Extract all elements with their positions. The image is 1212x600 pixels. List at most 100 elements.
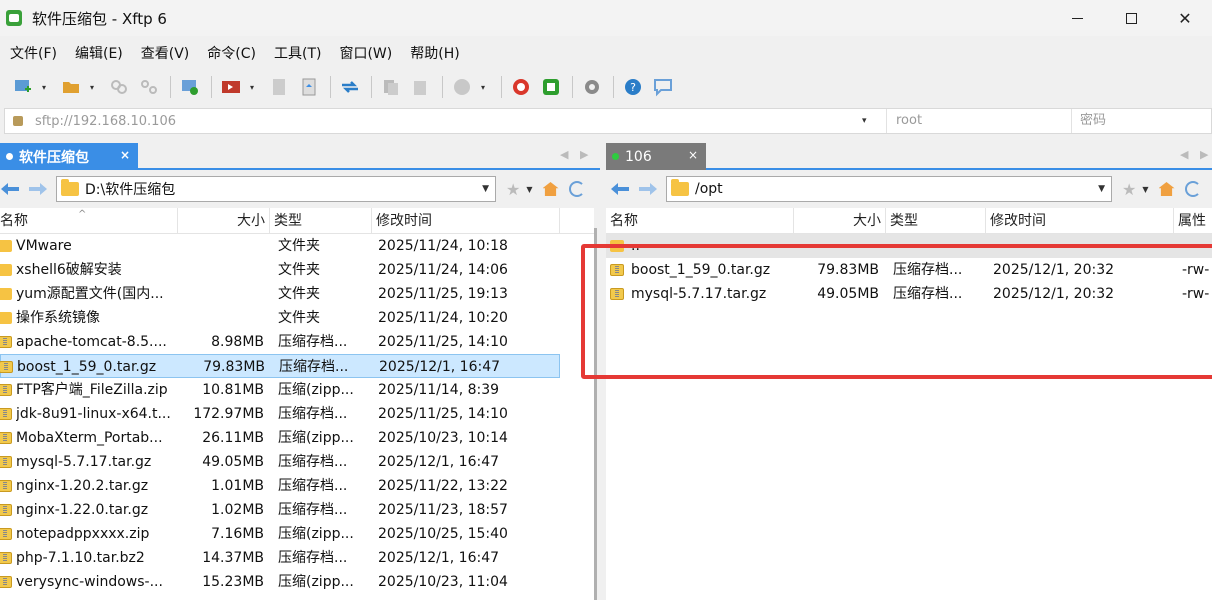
menu-window[interactable]: 窗口(W)	[329, 43, 400, 63]
host-address-input[interactable]: sftp://192.168.10.106	[35, 114, 855, 129]
copy-button[interactable]	[380, 76, 402, 98]
parent-directory-row[interactable]: ..	[606, 234, 1212, 258]
menu-view[interactable]: 查看(V)	[131, 43, 198, 63]
menu-help[interactable]: 帮助(H)	[400, 43, 467, 63]
tab-local[interactable]: 软件压缩包 ×	[0, 143, 138, 170]
tab-scroll-left-icon[interactable]: ◀	[1180, 148, 1188, 161]
tab-scroll-right-icon[interactable]: ▶	[1200, 148, 1208, 161]
menu-file[interactable]: 文件(F)	[0, 43, 65, 63]
local-tab-bar: 软件压缩包 × ◀ ▶	[0, 140, 600, 170]
paste-button[interactable]	[410, 76, 432, 98]
password-input[interactable]: 密码	[1071, 109, 1211, 133]
new-session-button[interactable]	[12, 76, 34, 98]
xftp-button[interactable]	[540, 76, 562, 98]
menu-tools[interactable]: 工具(T)	[264, 43, 329, 63]
title-bar: 软件压缩包 - Xftp 6 ✕	[0, 0, 1212, 36]
favorites-dropdown[interactable]: ▼	[1142, 185, 1148, 194]
column-type[interactable]: 类型	[886, 208, 986, 234]
session-settings-button[interactable]	[179, 76, 201, 98]
username-input[interactable]: root	[886, 109, 1071, 133]
cell-modified: 2025/11/14, 8:39	[378, 382, 500, 398]
refresh-icon[interactable]	[1184, 181, 1201, 197]
forward-arrow-icon[interactable]	[638, 181, 658, 197]
chevron-down-icon[interactable]: ▾	[862, 116, 876, 126]
cell-name: boost_1_59_0.tar.gz	[631, 262, 771, 278]
tab-close-icon[interactable]: ×	[120, 148, 130, 162]
new-file-button[interactable]	[268, 76, 290, 98]
tab-scroll-left-icon[interactable]: ◀	[560, 148, 568, 161]
file-row[interactable]: jdk-8u91-linux-x64.t... 172.97MB 压缩存档... 20…	[0, 402, 600, 426]
open-folder-dropdown[interactable]: ▾	[90, 83, 98, 92]
tab-scroll-right-icon[interactable]: ▶	[580, 148, 588, 161]
home-icon[interactable]	[1158, 182, 1175, 196]
column-name[interactable]: 名称 ^	[0, 208, 178, 234]
tab-close-icon[interactable]: ×	[688, 148, 698, 162]
tab-remote[interactable]: 106 ×	[606, 143, 706, 170]
menu-command[interactable]: 命令(C)	[197, 43, 264, 63]
cell-modified: 2025/12/1, 20:32	[993, 286, 1115, 302]
open-folder-button[interactable]	[60, 76, 82, 98]
column-modified[interactable]: 修改时间	[986, 208, 1174, 234]
file-row[interactable]: boost_1_59_0.tar.gz 79.83MB 压缩存档... 2025/12…	[606, 258, 1212, 282]
cell-type: 压缩(zipp...	[278, 382, 354, 398]
column-type[interactable]: 类型	[270, 208, 372, 234]
remote-file-list: 名称 大小 类型 修改时间 属性 .. boost_1_59_0.tar.gz 79…	[606, 208, 1212, 600]
file-row[interactable]: MobaXterm_Portab... 26.11MB 压缩(zipp... 2025…	[0, 426, 600, 450]
local-path-input[interactable]: D:\软件压缩包 ▼	[56, 176, 496, 202]
file-row[interactable]: nginx-1.20.2.tar.gz 1.01MB 压缩存档... 2025/11/…	[0, 474, 600, 498]
file-row[interactable]: 操作系统镜像 文件夹 2025/11/24, 10:20	[0, 306, 600, 330]
sync-button[interactable]	[339, 76, 361, 98]
chevron-down-icon[interactable]: ▼	[1098, 184, 1105, 194]
minimize-button[interactable]	[1050, 0, 1104, 36]
unlink-button[interactable]	[138, 76, 160, 98]
remote-path-input[interactable]: /opt ▼	[666, 176, 1112, 202]
column-size[interactable]: 大小	[178, 208, 270, 234]
chat-button[interactable]	[652, 76, 674, 98]
terminal-dropdown[interactable]: ▾	[250, 83, 258, 92]
chevron-down-icon[interactable]: ▼	[482, 184, 489, 194]
column-attributes[interactable]: 属性	[1174, 208, 1212, 234]
cell-size	[794, 234, 879, 258]
file-row[interactable]: apache-tomcat-8.5.... 8.98MB 压缩存档... 2025/1…	[0, 330, 600, 354]
transfer-button[interactable]	[298, 76, 320, 98]
cell-name: notepadppxxxx.zip	[16, 526, 150, 542]
local-scrollbar[interactable]	[594, 208, 600, 600]
file-row[interactable]: mysql-5.7.17.tar.gz 49.05MB 压缩存档... 2025/12…	[0, 450, 600, 474]
file-row[interactable]: verysync-windows-... 15.23MB 压缩(zipp... 202…	[0, 570, 600, 594]
file-row[interactable]: xshell6破解安装 文件夹 2025/11/24, 14:06	[0, 258, 600, 282]
link-button[interactable]	[108, 76, 130, 98]
terminal-button[interactable]	[220, 76, 242, 98]
status-button[interactable]	[451, 76, 473, 98]
file-row[interactable]: notepadppxxxx.zip 7.16MB 压缩(zipp... 2025/10…	[0, 522, 600, 546]
menu-edit[interactable]: 编辑(E)	[65, 43, 131, 63]
scrollbar-thumb[interactable]	[594, 228, 597, 600]
column-modified[interactable]: 修改时间	[372, 208, 560, 234]
close-icon: ✕	[1178, 8, 1192, 28]
help-button[interactable]: ?	[622, 76, 644, 98]
status-dropdown[interactable]: ▾	[481, 83, 489, 92]
file-row[interactable]: yum源配置文件(国内... 文件夹 2025/11/25, 19:13	[0, 282, 600, 306]
file-row[interactable]: php-7.1.10.tar.bz2 14.37MB 压缩存档... 2025/12/…	[0, 546, 600, 570]
column-size[interactable]: 大小	[794, 208, 886, 234]
xshell-button[interactable]	[510, 76, 532, 98]
refresh-icon[interactable]	[568, 181, 585, 197]
new-session-dropdown[interactable]: ▾	[42, 83, 50, 92]
file-row[interactable]: nginx-1.22.0.tar.gz 1.02MB 压缩存档... 2025/11/…	[0, 498, 600, 522]
close-button[interactable]: ✕	[1158, 0, 1212, 36]
forward-arrow-icon[interactable]	[28, 181, 48, 197]
file-row[interactable]: VMware 文件夹 2025/11/24, 10:18	[0, 234, 600, 258]
back-arrow-icon[interactable]	[0, 181, 20, 197]
favorite-star-icon[interactable]: ★	[506, 180, 520, 199]
file-row[interactable]: boost_1_59_0.tar.gz 79.83MB 压缩存档... 2025/12…	[0, 354, 560, 378]
maximize-button[interactable]	[1104, 0, 1158, 36]
favorite-star-icon[interactable]: ★	[1122, 180, 1136, 199]
transfer-file-icon	[302, 78, 316, 96]
favorites-dropdown[interactable]: ▼	[526, 185, 532, 194]
column-name[interactable]: 名称	[606, 208, 794, 234]
home-icon[interactable]	[542, 182, 559, 196]
options-button[interactable]	[581, 76, 603, 98]
cell-type: 压缩存档...	[279, 359, 349, 375]
file-row[interactable]: mysql-5.7.17.tar.gz 49.05MB 压缩存档... 2025/12…	[606, 282, 1212, 306]
back-arrow-icon[interactable]	[610, 181, 630, 197]
file-row[interactable]: FTP客户端_FileZilla.zip 10.81MB 压缩(zipp... 202…	[0, 378, 600, 402]
